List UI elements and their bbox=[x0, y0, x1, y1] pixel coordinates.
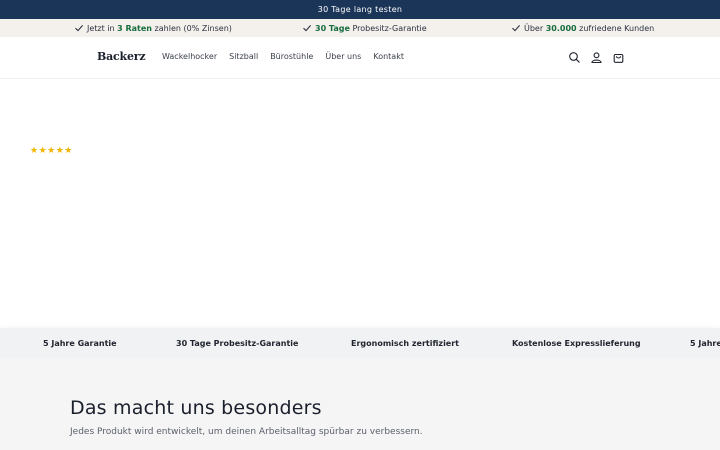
ticker-item: 5 Jahre Garantie bbox=[43, 338, 117, 348]
usp-post: zahlen (0% Zinsen) bbox=[154, 23, 232, 33]
ticker-item: Kostenlose Expresslieferung bbox=[512, 338, 641, 348]
announcement-text: 30 Tage lang testen bbox=[317, 5, 403, 14]
site-header: Backerz Wackelhocker Sitzball Bürostühle… bbox=[0, 37, 720, 79]
usp-post: Probesitz-Garantie bbox=[352, 23, 427, 33]
rating-stars: ★★★★★ bbox=[30, 146, 73, 156]
cart-icon[interactable] bbox=[612, 51, 625, 64]
check-icon bbox=[303, 25, 312, 32]
usp-post: zufriedene Kunden bbox=[579, 23, 655, 33]
features-section: Das macht uns besonders Jedes Produkt wi… bbox=[0, 358, 720, 450]
check-icon bbox=[512, 25, 521, 32]
section-title: Das macht uns besonders bbox=[70, 397, 322, 419]
section-subtitle: Jedes Produkt wird entwickelt, um deinen… bbox=[70, 427, 423, 437]
nav-item-buerostuehle[interactable]: Bürostühle bbox=[270, 52, 313, 61]
usp-bold: 3 Raten bbox=[117, 23, 152, 33]
search-icon[interactable] bbox=[568, 51, 581, 64]
nav-item-sitzball[interactable]: Sitzball bbox=[229, 52, 258, 61]
usp-item-trial: 30 Tage Probesitz-Garantie bbox=[302, 19, 427, 37]
nav-item-wackelhocker[interactable]: Wackelhocker bbox=[162, 52, 217, 61]
check-icon bbox=[75, 25, 84, 32]
usp-item-customers: Über 30.000 zufriedene Kunden bbox=[511, 19, 654, 37]
usp-pre: Jetzt in bbox=[87, 23, 115, 33]
ticker-item: 5 Jahre bbox=[690, 338, 720, 348]
usp-pre: Über bbox=[524, 23, 544, 33]
announcement-bar: 30 Tage lang testen bbox=[0, 0, 720, 19]
ticker-item: Ergonomisch zertifiziert bbox=[351, 338, 460, 348]
nav-item-ueber-uns[interactable]: Über uns bbox=[325, 52, 361, 61]
usp-item-installments: Jetzt in 3 Raten zahlen (0% Zinsen) bbox=[74, 19, 232, 37]
usp-bold: 30.000 bbox=[545, 23, 577, 33]
benefits-ticker: 5 Jahre Garantie 30 Tage Probesitz-Garan… bbox=[0, 328, 720, 358]
main-nav: Wackelhocker Sitzball Bürostühle Über un… bbox=[162, 52, 416, 61]
usp-bold: 30 Tage bbox=[315, 23, 350, 33]
logo[interactable]: Backerz bbox=[97, 50, 146, 63]
hero-section: ★★★★★ bbox=[0, 80, 720, 328]
usp-bar: Jetzt in 3 Raten zahlen (0% Zinsen) 30 T… bbox=[0, 19, 720, 37]
account-icon[interactable] bbox=[590, 51, 603, 64]
nav-item-kontakt[interactable]: Kontakt bbox=[373, 52, 404, 61]
ticker-item: 30 Tage Probesitz-Garantie bbox=[176, 338, 299, 348]
